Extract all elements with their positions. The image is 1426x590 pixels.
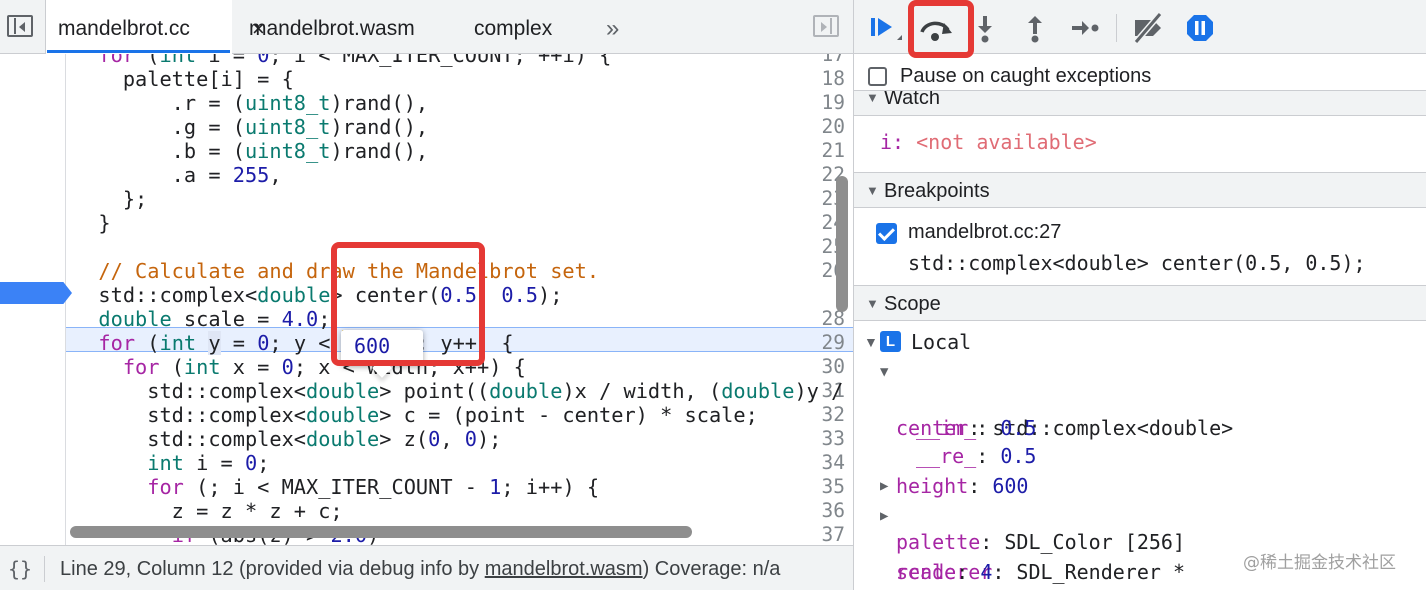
- line-number[interactable]: 17: [785, 54, 845, 67]
- code-line: z = z * z + c;: [74, 499, 343, 523]
- status-text: Line 29, Column 12 (provided via debug i…: [60, 546, 780, 590]
- line-number[interactable]: 28: [785, 307, 845, 331]
- line-number[interactable]: 29: [785, 331, 845, 355]
- code-line: }: [74, 211, 111, 235]
- vertical-scrollbar[interactable]: [836, 176, 848, 312]
- code-line: .g = (uint8_t)rand(),: [74, 115, 429, 139]
- tab-mandelbrot-cc[interactable]: mandelbrot.cc ×: [46, 0, 265, 54]
- step-icon: [1072, 21, 1099, 35]
- status-bar: {} Line 29, Column 12 (provided via debu…: [0, 545, 853, 590]
- code-line: std::complex<double> center(0.5, 0.5);: [74, 283, 563, 307]
- line-number[interactable]: 35: [785, 475, 845, 499]
- navigator-toggle-icon[interactable]: [7, 15, 33, 37]
- scope-local-label: Local: [911, 330, 972, 354]
- scope-var-center[interactable]: ▼ center: std::complex<double>: [854, 358, 1426, 440]
- line-number[interactable]: 34: [785, 451, 845, 475]
- resume-icon: [871, 18, 902, 40]
- toolbar-divider: [1116, 14, 1117, 42]
- line-number[interactable]: 18: [785, 67, 845, 91]
- section-title: Scope: [884, 293, 941, 315]
- line-number[interactable]: 30: [785, 355, 845, 379]
- code-line: palette[i] = {: [74, 67, 294, 91]
- cursor-position: Line 29, Column 12 (provided via debug i…: [60, 558, 485, 580]
- watch-value: <not available>: [916, 130, 1097, 154]
- source-pane: mandelbrot.cc × mandelbrot.wasm complex …: [0, 0, 853, 590]
- editor-tab-bar: mandelbrot.cc × mandelbrot.wasm complex …: [0, 0, 853, 54]
- scope-var-re[interactable]: __re_: 0.5: [854, 414, 1426, 468]
- code-line: std::complex<double> point((double)x / w…: [74, 379, 844, 403]
- active-tab-indicator: [47, 50, 230, 53]
- expand-arrow-icon: ▶: [880, 508, 889, 524]
- watch-name: i: [880, 130, 893, 154]
- code-line: .b = (uint8_t)rand(),: [74, 139, 429, 163]
- debugger-toolbar: [854, 0, 1426, 58]
- scope-var-renderer[interactable]: ▶ renderer: SDL_Renderer *: [854, 502, 1426, 584]
- line-number[interactable]: 32: [785, 403, 845, 427]
- code-line: .r = (uint8_t)rand(),: [74, 91, 429, 115]
- expand-arrow-icon: ▼: [864, 334, 878, 350]
- step-out-button[interactable]: [1016, 8, 1056, 48]
- code-line: int i = 0;: [147, 451, 270, 475]
- scope-var-im[interactable]: __im_: 0.5: [854, 386, 1426, 440]
- tab-label: complex: [474, 17, 553, 40]
- line-number[interactable]: 19: [785, 91, 845, 115]
- code-line: for (int i = 0; i < MAX_ITER_COUNT; ++i)…: [98, 54, 612, 67]
- watch-section-header[interactable]: ▼ Watch: [854, 90, 1426, 116]
- code-line: std::complex<double> c = (point - center…: [74, 403, 758, 427]
- breakpoint-location[interactable]: mandelbrot.cc:27: [908, 221, 1061, 244]
- tab-complex[interactable]: complex: [474, 0, 552, 54]
- code-line: .a = 255,: [74, 163, 282, 187]
- scope-var-height[interactable]: height: 600: [854, 444, 1426, 498]
- coverage-text: ) Coverage: n/a: [642, 558, 781, 580]
- code-line: std::complex<double> z(0, 0);: [74, 427, 502, 451]
- line-number[interactable]: 36: [785, 499, 845, 523]
- resume-button[interactable]: [862, 8, 902, 48]
- status-divider: [44, 556, 45, 582]
- expand-arrow-icon: ▼: [866, 90, 879, 105]
- line-number[interactable]: 37: [785, 523, 845, 545]
- code-line: double scale = 4.0;: [98, 307, 331, 331]
- scope-var-palette[interactable]: ▶ palette: SDL_Color [256]: [854, 472, 1426, 554]
- source-map-link[interactable]: mandelbrot.wasm: [485, 558, 643, 580]
- watch-colon: :: [892, 130, 917, 154]
- debugger-sidebar: Pause on caught exceptions ▼ Watch i: <n…: [854, 0, 1426, 590]
- pause-on-caught-label: Pause on caught exceptions: [900, 65, 1152, 87]
- local-badge-icon: L: [880, 331, 901, 352]
- debugger-toggle-icon[interactable]: [813, 15, 839, 37]
- step-out-icon: [1028, 16, 1042, 43]
- pretty-print-button[interactable]: {}: [8, 546, 32, 590]
- expand-arrow-icon: ▼: [880, 364, 889, 380]
- tab-mandelbrot-wasm[interactable]: mandelbrot.wasm: [249, 0, 415, 54]
- line-number[interactable]: 21: [785, 139, 845, 163]
- expand-arrow-icon: ▼: [866, 296, 879, 311]
- tooltip-value: 600: [354, 334, 391, 358]
- section-title: Watch: [884, 90, 940, 109]
- expand-arrow-icon: ▶: [880, 478, 889, 494]
- code-line: for (; i < MAX_ITER_COUNT - 1; i++) {: [147, 475, 600, 499]
- more-tabs-icon[interactable]: »: [606, 0, 619, 58]
- annotation-highlight-box: [908, 0, 974, 58]
- pause-on-exceptions-button[interactable]: [1180, 8, 1220, 48]
- code-line: };: [74, 187, 148, 211]
- tab-label: mandelbrot.wasm: [249, 17, 415, 40]
- pause-on-exceptions-icon: [1187, 15, 1213, 41]
- watermark: @稀土掘金技术社区: [1243, 553, 1396, 573]
- horizontal-scrollbar[interactable]: [70, 526, 692, 538]
- watch-expression[interactable]: i: <not available>: [880, 130, 1097, 154]
- pause-on-caught-checkbox[interactable]: [868, 67, 887, 86]
- breakpoint-code: std::complex<double> center(0.5, 0.5);: [908, 251, 1366, 275]
- breakpoint-marker[interactable]: [0, 282, 72, 304]
- breakpoints-section-header[interactable]: ▼ Breakpoints: [854, 172, 1426, 208]
- step-button[interactable]: [1064, 8, 1104, 48]
- deactivate-breakpoints-icon: [1133, 12, 1163, 44]
- breakpoint-checkbox[interactable]: [876, 223, 897, 244]
- section-title: Breakpoints: [884, 180, 990, 202]
- expand-arrow-icon: ▼: [866, 183, 879, 198]
- line-number[interactable]: 33: [785, 427, 845, 451]
- deactivate-breakpoints-button[interactable]: [1128, 8, 1168, 48]
- line-number[interactable]: 20: [785, 115, 845, 139]
- scope-section-header[interactable]: ▼ Scope: [854, 285, 1426, 321]
